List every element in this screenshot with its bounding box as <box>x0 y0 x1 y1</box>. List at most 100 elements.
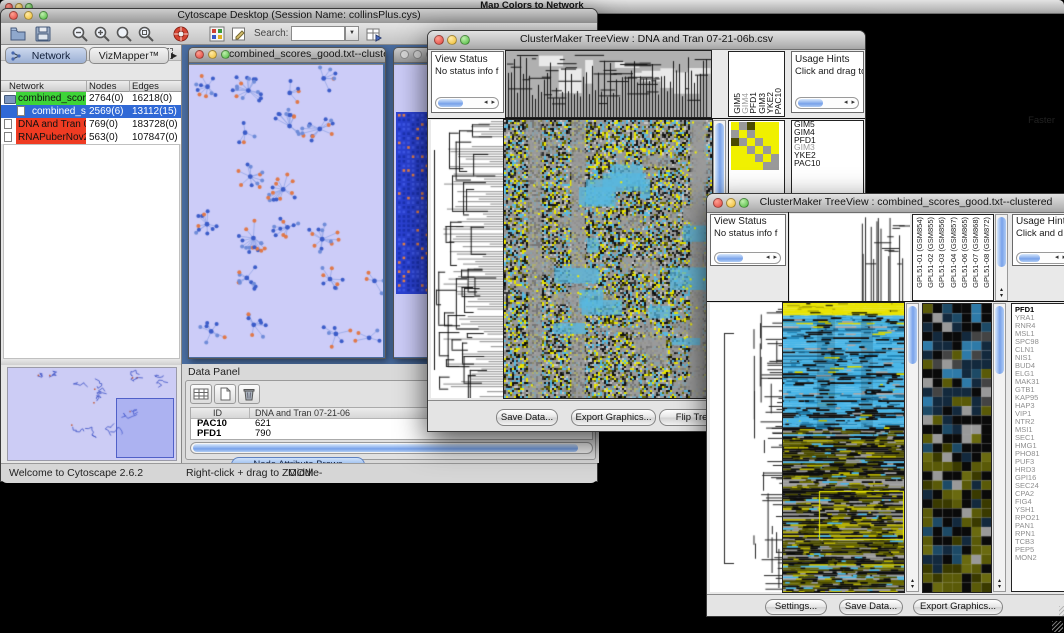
zoom-in-icon[interactable] <box>93 25 111 43</box>
minimize-icon[interactable] <box>726 198 736 208</box>
network-window-1-titlebar[interactable]: combined_scores_good.txt--cluste... <box>189 48 385 63</box>
matrix-cell[interactable] <box>739 130 747 138</box>
save-data-button[interactable]: Save Data... <box>839 599 903 615</box>
delete-attribute-button[interactable] <box>238 384 260 404</box>
vizmap-icon[interactable] <box>208 25 226 43</box>
close-icon[interactable] <box>713 198 723 208</box>
matrix-cell[interactable] <box>731 130 739 138</box>
treeview2-titlebar[interactable]: ClusterMaker TreeView : combined_scores_… <box>707 194 1064 213</box>
minimize-icon[interactable] <box>413 50 422 59</box>
new-attribute-button[interactable] <box>214 384 236 404</box>
search-dropdown-icon[interactable]: ▼ <box>345 26 359 41</box>
col-id[interactable]: ID <box>213 408 222 418</box>
vertical-scrollbar[interactable]: ▴▾ <box>995 214 1008 301</box>
network-row-combined-scores[interactable]: combined_scores 2764(0) 16218(0) <box>1 92 181 105</box>
network-row-dna-tran[interactable]: DNA and Tran 07 769(0) 183728(0) <box>1 118 181 131</box>
close-icon[interactable] <box>400 50 409 59</box>
matrix-cell[interactable] <box>747 138 755 146</box>
attribute-select-button[interactable] <box>190 384 212 404</box>
main-heatmap[interactable] <box>783 303 904 592</box>
horizontal-scrollbar[interactable] <box>190 442 593 454</box>
mini-scrollbar[interactable]: ◂ ▸ <box>795 97 859 109</box>
close-icon[interactable] <box>195 50 204 59</box>
matrix-cell[interactable] <box>731 122 739 130</box>
zoom-out-icon[interactable] <box>71 25 89 43</box>
matrix-cell[interactable] <box>747 162 755 170</box>
splitter-handle[interactable] <box>1 359 181 365</box>
matrix-cell[interactable] <box>755 146 763 154</box>
minimize-icon[interactable] <box>208 50 217 59</box>
col-network[interactable]: Network <box>9 81 44 92</box>
row-dendrogram[interactable] <box>710 303 783 592</box>
matrix-cell[interactable] <box>771 154 779 162</box>
scrollbar-thumb[interactable] <box>995 306 1004 374</box>
matrix-cell[interactable] <box>763 130 771 138</box>
export-graphics-button[interactable]: Export Graphics... <box>571 409 656 426</box>
matrix-cell[interactable] <box>771 122 779 130</box>
help-lifebuoy-icon[interactable] <box>172 25 190 43</box>
matrix-cell[interactable] <box>755 138 763 146</box>
matrix-cell[interactable] <box>755 122 763 130</box>
save-icon[interactable] <box>34 25 52 43</box>
matrix-cell[interactable] <box>763 138 771 146</box>
network-window-1[interactable]: combined_scores_good.txt--cluste... <box>188 47 386 359</box>
zoom-icon[interactable] <box>460 35 470 45</box>
settings-button[interactable]: Settings... <box>765 599 827 615</box>
zoom-selected-icon[interactable] <box>137 25 155 43</box>
matrix-cell[interactable] <box>739 138 747 146</box>
matrix-cell[interactable] <box>731 146 739 154</box>
network-row-rnapuber[interactable]: RNAPuberNov2+ 563(0) 107847(0) <box>1 131 181 144</box>
matrix-cell[interactable] <box>763 146 771 154</box>
matrix-cell[interactable] <box>755 154 763 162</box>
network-row-selected[interactable]: combined_sco 2569(6) 13112(15) <box>1 105 181 118</box>
mini-scrollbar[interactable]: ◂ ▸ <box>1016 252 1064 264</box>
zoom-icon[interactable] <box>221 50 230 59</box>
export-graphics-button[interactable]: Export Graphics... <box>913 599 1003 615</box>
tab-overflow-icon[interactable]: ▶ <box>171 51 177 60</box>
minimize-icon[interactable] <box>24 11 33 20</box>
vertical-scrollbar[interactable]: ▴▾ <box>993 303 1006 592</box>
matrix-cell[interactable] <box>731 154 739 162</box>
network-canvas-1[interactable] <box>189 64 383 357</box>
matrix-cell[interactable] <box>763 154 771 162</box>
tab-network[interactable]: Network <box>5 47 87 64</box>
matrix-cell[interactable] <box>747 130 755 138</box>
network-graph[interactable] <box>189 65 383 357</box>
col-nodes[interactable]: Nodes <box>89 81 116 92</box>
matrix-cell[interactable] <box>747 122 755 130</box>
matrix-cell[interactable] <box>739 162 747 170</box>
matrix-cell[interactable] <box>739 154 747 162</box>
matrix-cell[interactable] <box>747 146 755 154</box>
scrollbar-thumb[interactable] <box>193 444 578 452</box>
col-attribute[interactable]: DNA and Tran 07-21-06 <box>255 408 350 418</box>
matrix-cell[interactable] <box>771 162 779 170</box>
annotation-icon[interactable] <box>230 25 248 43</box>
matrix-cell[interactable] <box>731 138 739 146</box>
matrix-cell[interactable] <box>739 122 747 130</box>
import-table-icon[interactable] <box>365 25 383 43</box>
matrix-cell[interactable] <box>763 162 771 170</box>
close-icon[interactable] <box>434 35 444 45</box>
matrix-cell[interactable] <box>739 146 747 154</box>
matrix-cell[interactable] <box>771 130 779 138</box>
column-dendrogram[interactable] <box>790 214 910 301</box>
zoom-heatmap[interactable] <box>923 304 991 592</box>
correlation-matrix[interactable] <box>731 122 779 170</box>
mini-scrollbar[interactable]: ◂ ▸ <box>435 97 499 109</box>
matrix-cell[interactable] <box>755 130 763 138</box>
tab-vizmapper[interactable]: VizMapper™ <box>89 47 169 64</box>
col-edges[interactable]: Edges <box>132 81 159 92</box>
scrollbar-thumb[interactable] <box>908 306 917 364</box>
mini-scrollbar[interactable]: ◂ ▸ <box>714 252 781 264</box>
vertical-scrollbar[interactable]: ▴▾ <box>906 303 919 592</box>
save-data-button[interactable]: Save Data... <box>496 409 558 426</box>
matrix-cell[interactable] <box>755 162 763 170</box>
overview-viewport-rect[interactable] <box>116 398 174 458</box>
treeview1-titlebar[interactable]: ClusterMaker TreeView : DNA and Tran 07-… <box>428 31 865 50</box>
matrix-cell[interactable] <box>747 154 755 162</box>
open-file-icon[interactable] <box>9 25 27 43</box>
search-input[interactable] <box>291 26 345 41</box>
minimize-icon[interactable] <box>447 35 457 45</box>
main-titlebar[interactable]: Cytoscape Desktop (Session Name: collins… <box>1 9 597 24</box>
zoom-icon[interactable] <box>39 11 48 20</box>
